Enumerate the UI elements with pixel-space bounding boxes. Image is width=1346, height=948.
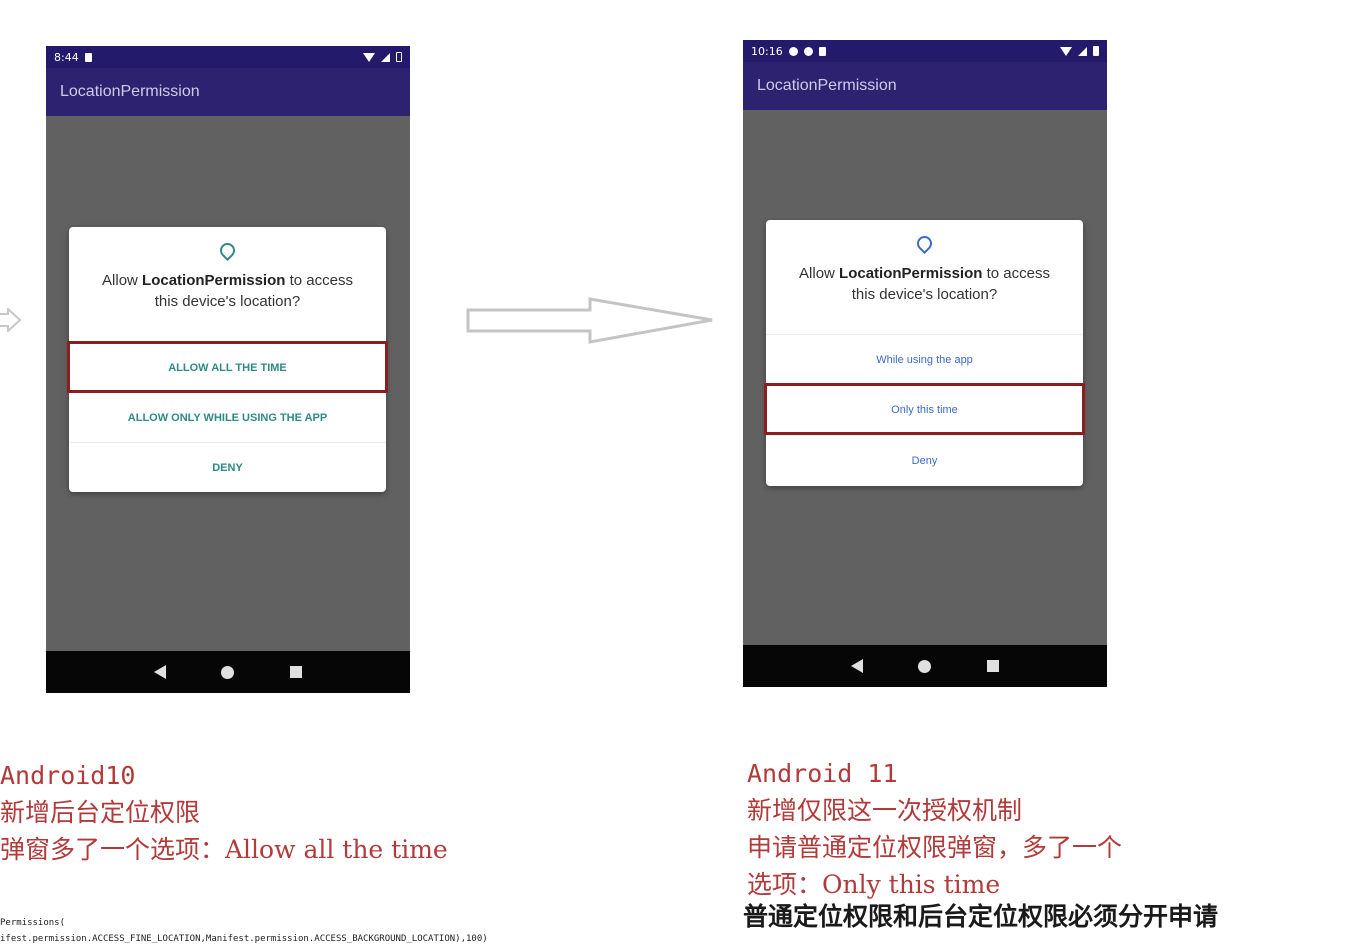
dialog-message-prefix: Allow: [102, 272, 143, 289]
signal-icon: [1078, 46, 1087, 56]
android10-phone-screenshot: 8:44 LocationPermission Allow LocationPe…: [46, 46, 410, 693]
settings-icon: [788, 46, 798, 56]
recents-icon[interactable]: [290, 666, 303, 678]
transition-arrow-icon: [466, 297, 713, 344]
sd-card-icon: [84, 52, 92, 62]
status-bar: 8:44: [46, 46, 410, 68]
shield-icon: [803, 46, 813, 56]
caption-title: Android10: [0, 761, 136, 790]
sd-card-icon: [818, 46, 826, 56]
dialog-message: Allow LocationPermission to access this …: [69, 270, 386, 312]
status-bar: 10:16: [743, 40, 1107, 62]
back-icon[interactable]: [153, 665, 166, 679]
signal-icon: [381, 52, 390, 62]
home-icon[interactable]: [918, 659, 932, 673]
highlight-box: [67, 341, 388, 393]
code-snippet: Permissions( ifest.permission.ACCESS_FIN…: [0, 915, 488, 947]
dialog-message-prefix: Allow: [799, 265, 840, 282]
navigation-bar: [743, 645, 1107, 687]
location-pin-icon: [913, 232, 936, 255]
status-time: 8:44: [54, 50, 79, 64]
allow-while-using-button[interactable]: ALLOW ONLY WHILE USING THE APP: [69, 392, 386, 443]
code-line: Permissions(: [0, 918, 66, 928]
app-bar: LocationPermission: [46, 68, 410, 116]
app-title: LocationPermission: [757, 77, 897, 94]
location-permission-dialog: Allow LocationPermission to access this …: [764, 220, 1085, 486]
android10-caption: Android10 新增后台定位权限 弹窗多了一个选项：Allow all th…: [0, 757, 448, 868]
status-time: 10:16: [751, 44, 783, 58]
android11-phone-screenshot: 10:16 LocationPermission Allow LocationP…: [743, 40, 1107, 687]
wifi-icon: [1060, 46, 1072, 56]
caption-emphasis: 普通定位权限和后台定位权限必须分开申请: [743, 902, 1219, 931]
highlight-box: [764, 383, 1085, 435]
home-icon[interactable]: [221, 665, 235, 679]
dialog-app-name: LocationPermission: [839, 265, 983, 282]
caption-line: 新增后台定位权限: [0, 798, 201, 827]
deny-button[interactable]: Deny: [766, 435, 1083, 486]
dialog-app-name: LocationPermission: [142, 272, 286, 289]
dialog-message: Allow LocationPermission to access this …: [766, 263, 1083, 305]
android11-caption: Android 11 新增仅限这一次授权机制 申请普通定位权限弹窗，多了一个 选…: [743, 755, 1218, 931]
battery-icon: [396, 52, 402, 62]
recents-icon[interactable]: [987, 660, 1000, 672]
wifi-icon: [363, 52, 375, 62]
location-permission-dialog: Allow LocationPermission to access this …: [67, 227, 388, 493]
caption-line: 申请普通定位权限弹窗，多了一个: [747, 833, 1123, 862]
navigation-bar: [46, 651, 410, 693]
app-bar: LocationPermission: [743, 62, 1107, 110]
left-edge-arrow-icon: [0, 308, 22, 332]
caption-title: Android 11: [747, 759, 898, 788]
while-using-the-app-button[interactable]: While using the app: [766, 334, 1083, 385]
location-pin-icon: [216, 239, 239, 262]
deny-button[interactable]: DENY: [69, 442, 386, 493]
caption-line: 选项：Only this time: [747, 870, 1001, 899]
caption-line: 弹窗多了一个选项：Allow all the time: [0, 835, 448, 864]
code-line: ifest.permission.ACCESS_FINE_LOCATION,Ma…: [0, 934, 488, 944]
app-title: LocationPermission: [60, 83, 200, 100]
caption-line: 新增仅限这一次授权机制: [747, 796, 1023, 825]
battery-icon: [1093, 46, 1099, 56]
back-icon[interactable]: [850, 659, 863, 673]
